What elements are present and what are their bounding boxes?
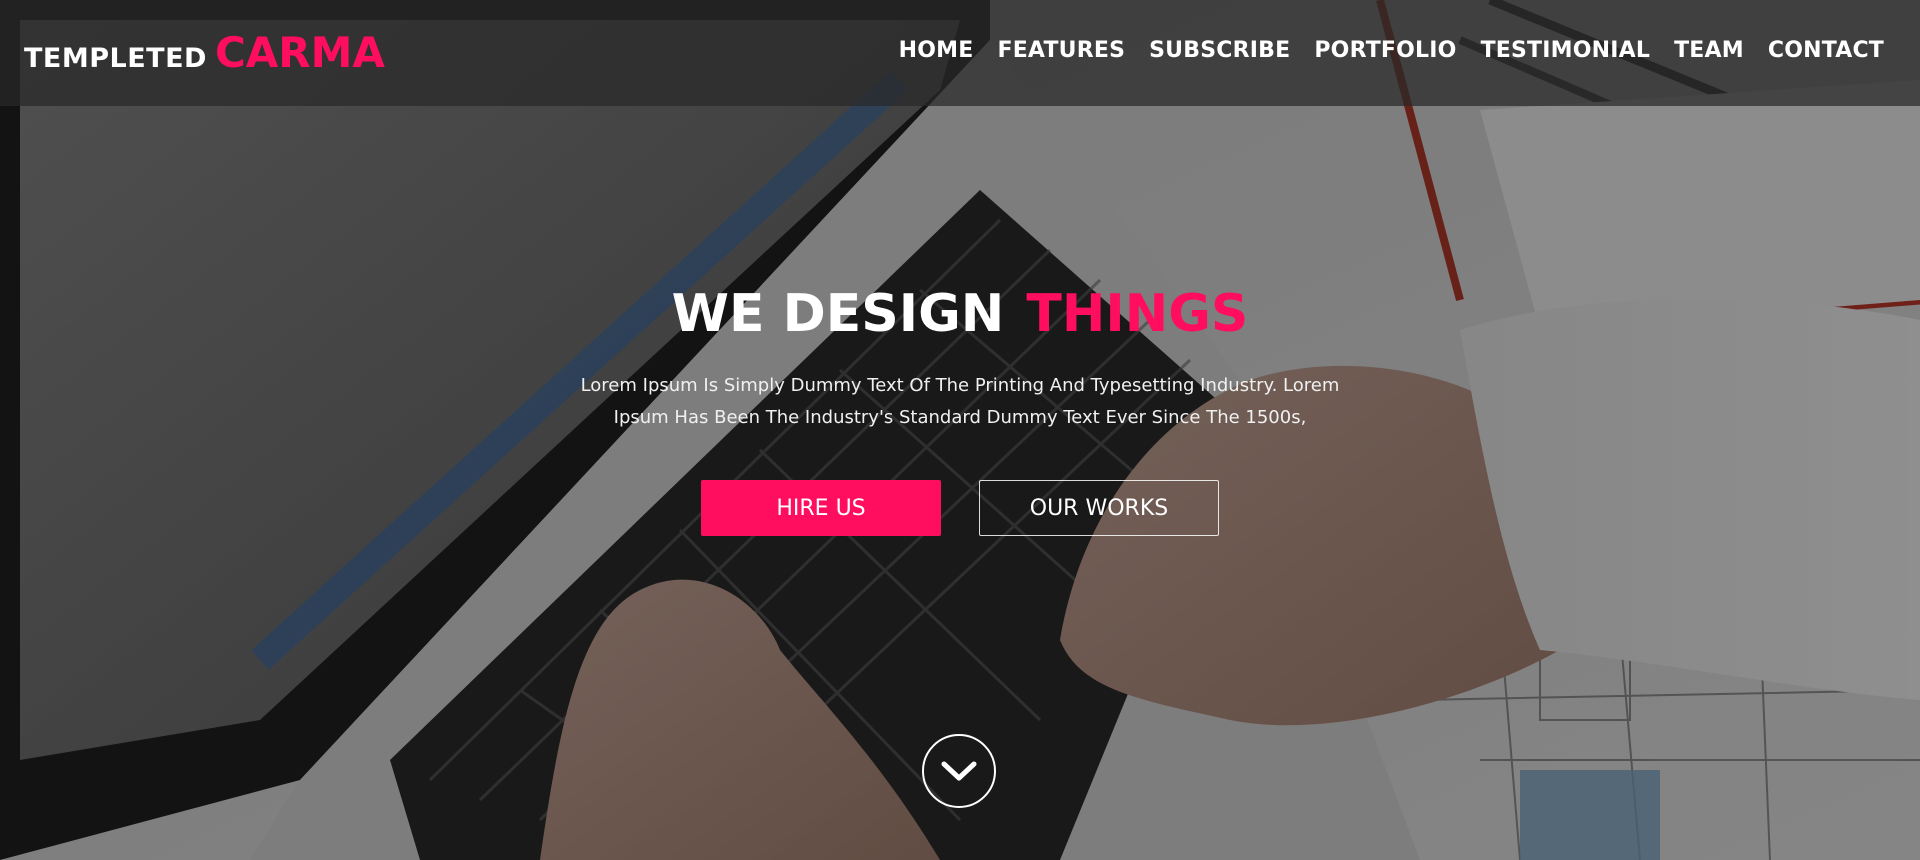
hero-content: WE DESIGN THINGS Lorem Ipsum Is Simply D… (0, 282, 1920, 536)
our-works-button[interactable]: OUR WORKS (979, 480, 1219, 536)
site-logo[interactable]: TEMPLETED CARMA (24, 28, 385, 77)
nav-item-features[interactable]: FEATURES (997, 38, 1125, 63)
nav-item-subscribe[interactable]: SUBSCRIBE (1149, 38, 1290, 63)
hero-section: TEMPLETED CARMA HOME FEATURES SUBSCRIBE PORT… (0, 0, 1920, 860)
top-navigation-bar: TEMPLETED CARMA HOME FEATURES SUBSCRIBE PORT… (0, 0, 1920, 106)
nav-item-testimonial[interactable]: TESTIMONIAL (1481, 38, 1651, 63)
nav-item-portfolio[interactable]: PORTFOLIO (1314, 38, 1456, 63)
nav-item-home[interactable]: HOME (899, 38, 974, 63)
scroll-down-button[interactable] (922, 734, 996, 808)
nav-item-contact[interactable]: CONTACT (1768, 38, 1884, 63)
hero-headline: WE DESIGN THINGS (0, 282, 1920, 346)
chevron-down-icon (941, 761, 977, 781)
logo-name: CARMA (214, 28, 385, 77)
logo-prefix: TEMPLETED (24, 43, 207, 74)
hero-description: Lorem Ipsum Is Simply Dummy Text Of The … (580, 375, 1340, 428)
hero-buttons: HIRE US OUR WORKS (0, 480, 1920, 536)
headline-accent: THINGS (1026, 284, 1249, 344)
hire-us-button[interactable]: HIRE US (701, 480, 941, 536)
headline-main: WE DESIGN (671, 284, 1005, 344)
nav-item-team[interactable]: TEAM (1674, 38, 1744, 63)
main-nav: HOME FEATURES SUBSCRIBE PORTFOLIO TESTIMONIA… (899, 38, 1884, 63)
